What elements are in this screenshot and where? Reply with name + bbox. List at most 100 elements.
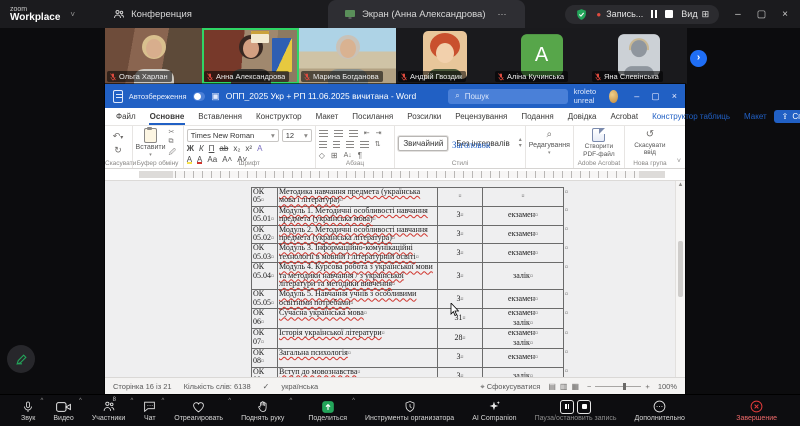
italic-button[interactable]: К xyxy=(199,144,204,153)
chevron-up-icon[interactable]: ^ xyxy=(161,398,164,404)
numbered-list-button[interactable] xyxy=(334,130,343,137)
participant-tile[interactable]: Андрій Гвоздик xyxy=(396,28,493,84)
view-button[interactable]: Вид ⊞ xyxy=(681,9,709,20)
table-row[interactable]: ОК 05.02¤Модуль 2. Методичні особливості… xyxy=(252,225,574,244)
undo-input-button[interactable]: ↺ Скасувати ввід xyxy=(628,128,672,158)
word-maximize-button[interactable]: ▢ xyxy=(651,91,660,102)
cell-code[interactable]: ОК 07¤ xyxy=(252,329,278,349)
toolbar-item-ai-companion[interactable]: AI Companion xyxy=(463,395,525,426)
cell-control[interactable]: екзамен¤ xyxy=(483,348,564,367)
cell-control[interactable]: екзамен¤залік¤ xyxy=(483,309,564,329)
chevron-up-icon[interactable]: ^ xyxy=(130,398,133,404)
ribbon-tab-довідка[interactable]: Довідка xyxy=(561,109,604,125)
bullet-list-button[interactable] xyxy=(319,130,328,137)
zoom-level[interactable]: 100% xyxy=(658,382,677,391)
word-count[interactable]: Кількість слів: 6138 xyxy=(184,382,251,391)
chevron-up-icon[interactable]: ^ xyxy=(79,398,82,404)
language-indicator[interactable]: українська xyxy=(281,382,318,391)
paste-button[interactable]: Вставити ▾ xyxy=(136,128,166,158)
cell-code[interactable]: ОК 05.02¤ xyxy=(252,225,278,244)
close-button[interactable]: × xyxy=(782,9,788,20)
table-row[interactable]: ОК 05.01¤Модуль 1. Методичні особливості… xyxy=(252,206,574,225)
cell-code[interactable]: ОК 05.01¤ xyxy=(252,206,278,225)
cell-name[interactable]: Модуль 4. Курсова робота з української м… xyxy=(278,263,438,290)
ribbon-tab-посилання[interactable]: Посилання xyxy=(345,109,400,125)
toolbar-item-pause-stop-recording[interactable]: Пауза/остановить запись xyxy=(526,395,626,426)
cell-name[interactable]: Загальна психологія¤ xyxy=(278,348,438,367)
curriculum-table[interactable]: ОК 05¤Методика навчання предмета (україн… xyxy=(251,187,574,377)
undo-button[interactable]: ↶▾ xyxy=(113,131,124,142)
cell-name[interactable]: Модуль 3. Інформаційно-комунікаційні тех… xyxy=(278,244,438,263)
cell-credits[interactable]: 3¤ xyxy=(438,367,483,377)
web-layout-icon[interactable]: ▦ xyxy=(571,382,579,391)
line-spacing-button[interactable]: ⇅ xyxy=(375,140,381,148)
participant-tile[interactable]: AАліна Кучинська xyxy=(493,28,590,84)
cell-credits[interactable]: 3¤ xyxy=(438,225,483,244)
cell-code[interactable]: ОК 05.03¤ xyxy=(252,244,278,263)
ribbon-tab-макет[interactable]: Макет xyxy=(737,109,774,125)
chevron-up-icon[interactable]: ^ xyxy=(228,398,231,404)
table-row[interactable]: ОК 08¤Загальна психологія¤3¤екзамен¤¤ xyxy=(252,348,574,367)
cell-credits[interactable]: 3¤ xyxy=(438,348,483,367)
chevron-up-icon[interactable]: ^ xyxy=(290,398,293,404)
participant-tile[interactable]: Марина Богданова xyxy=(299,28,396,84)
vertical-scrollbar[interactable]: ▲ xyxy=(675,181,685,377)
cell-code[interactable]: ОК 05.05¤ xyxy=(252,290,278,309)
toolbar-item-more[interactable]: Дополнительно xyxy=(626,395,694,426)
zoom-in-button[interactable]: + xyxy=(645,382,649,391)
sort-button[interactable]: A↓ xyxy=(344,152,352,159)
table-row[interactable]: ОК 05.03¤Модуль 3. Інформаційно-комуніка… xyxy=(252,244,574,263)
collapse-ribbon-icon[interactable]: ˅ xyxy=(675,158,685,168)
cell-credits[interactable]: 3¤ xyxy=(438,263,483,290)
participant-tile[interactable]: Анна Александрова xyxy=(202,28,299,84)
toolbar-item-raise-hand[interactable]: Поднять руку^ xyxy=(232,395,293,426)
proofing-icon[interactable]: ✓ xyxy=(263,382,270,391)
cell-credits[interactable]: 3¤ xyxy=(438,290,483,309)
chevron-down-icon[interactable]: ˅ xyxy=(70,10,75,19)
decrease-indent-button[interactable]: ⇤ xyxy=(364,129,370,137)
participant-tile[interactable]: Ольга Харлан xyxy=(105,28,202,84)
cut-button[interactable]: ✂ xyxy=(169,128,176,136)
multilevel-list-button[interactable] xyxy=(349,130,358,137)
toolbar-item-audio[interactable]: Звук^ xyxy=(12,395,44,426)
chevron-up-icon[interactable]: ^ xyxy=(352,398,355,404)
table-row[interactable]: ОК 07¤Історія української літератури¤28¤… xyxy=(252,329,574,349)
next-participants-button[interactable]: › xyxy=(690,50,707,67)
stop-record-icon[interactable] xyxy=(577,400,591,414)
share-document-button[interactable]: ⇪Спільний доступ xyxy=(774,110,800,123)
zoom-tab-meeting[interactable]: Конференция xyxy=(97,0,208,28)
cell-control[interactable]: екзамен¤ xyxy=(483,244,564,263)
ribbon-tab-файл[interactable]: Файл xyxy=(109,109,143,125)
table-row[interactable]: ОК 05.04¤Модуль 4. Курсова робота з укра… xyxy=(252,263,574,290)
superscript-button[interactable]: x² xyxy=(245,144,252,153)
toolbar-item-chat[interactable]: Чат^ xyxy=(134,395,165,426)
tab-more-icon[interactable]: ⋯ xyxy=(496,8,509,21)
style-chip-звичайний[interactable]: Звичайний xyxy=(398,136,448,151)
cell-name[interactable]: Модуль 1. Методичні особливості навчання… xyxy=(278,206,438,225)
font-name-select[interactable]: Times New Roman▾ xyxy=(187,129,279,142)
scrollbar-thumb[interactable] xyxy=(678,241,683,297)
editing-button[interactable]: ⌕ Редагування ▾ xyxy=(529,128,570,158)
zoom-slider[interactable] xyxy=(595,386,641,387)
table-row[interactable]: ОК 05.05¤Модуль 5. Навчання учнів з особ… xyxy=(252,290,574,309)
cell-control[interactable]: ¤ xyxy=(483,188,564,207)
toolbar-item-end[interactable]: Завершение xyxy=(727,395,786,426)
search-box[interactable]: ⌕ Пошук xyxy=(448,89,567,104)
document-area[interactable]: ОК 05¤Методика навчання предмета (україн… xyxy=(105,181,685,377)
focus-mode-button[interactable]: ⌖ Сфокусуватися xyxy=(480,382,540,392)
show-formatting-button[interactable]: ¶ xyxy=(358,151,362,160)
style-gallery-arrows[interactable]: ▴▾ xyxy=(519,137,522,149)
align-right-button[interactable] xyxy=(346,141,354,148)
cell-name[interactable]: Модуль 2. Методичні особливості навчання… xyxy=(278,225,438,244)
align-center-button[interactable] xyxy=(333,141,340,148)
style-chip-заголовок[interactable]: Заголовок xyxy=(447,137,473,162)
participant-tile[interactable]: Яна Слевінська xyxy=(590,28,687,84)
cell-code[interactable]: ОК 06¤ xyxy=(252,309,278,329)
cell-control[interactable]: екзамен¤залік¤ xyxy=(483,329,564,349)
horizontal-ruler[interactable] xyxy=(105,169,685,181)
redo-button[interactable]: ↻ xyxy=(114,145,122,156)
ribbon-tab-макет[interactable]: Макет xyxy=(309,109,346,125)
cell-name[interactable]: Вступ до мовознавства¤ xyxy=(278,367,438,377)
increase-indent-button[interactable]: ⇥ xyxy=(376,129,382,137)
cell-code[interactable]: ОК 05.04¤ xyxy=(252,263,278,290)
